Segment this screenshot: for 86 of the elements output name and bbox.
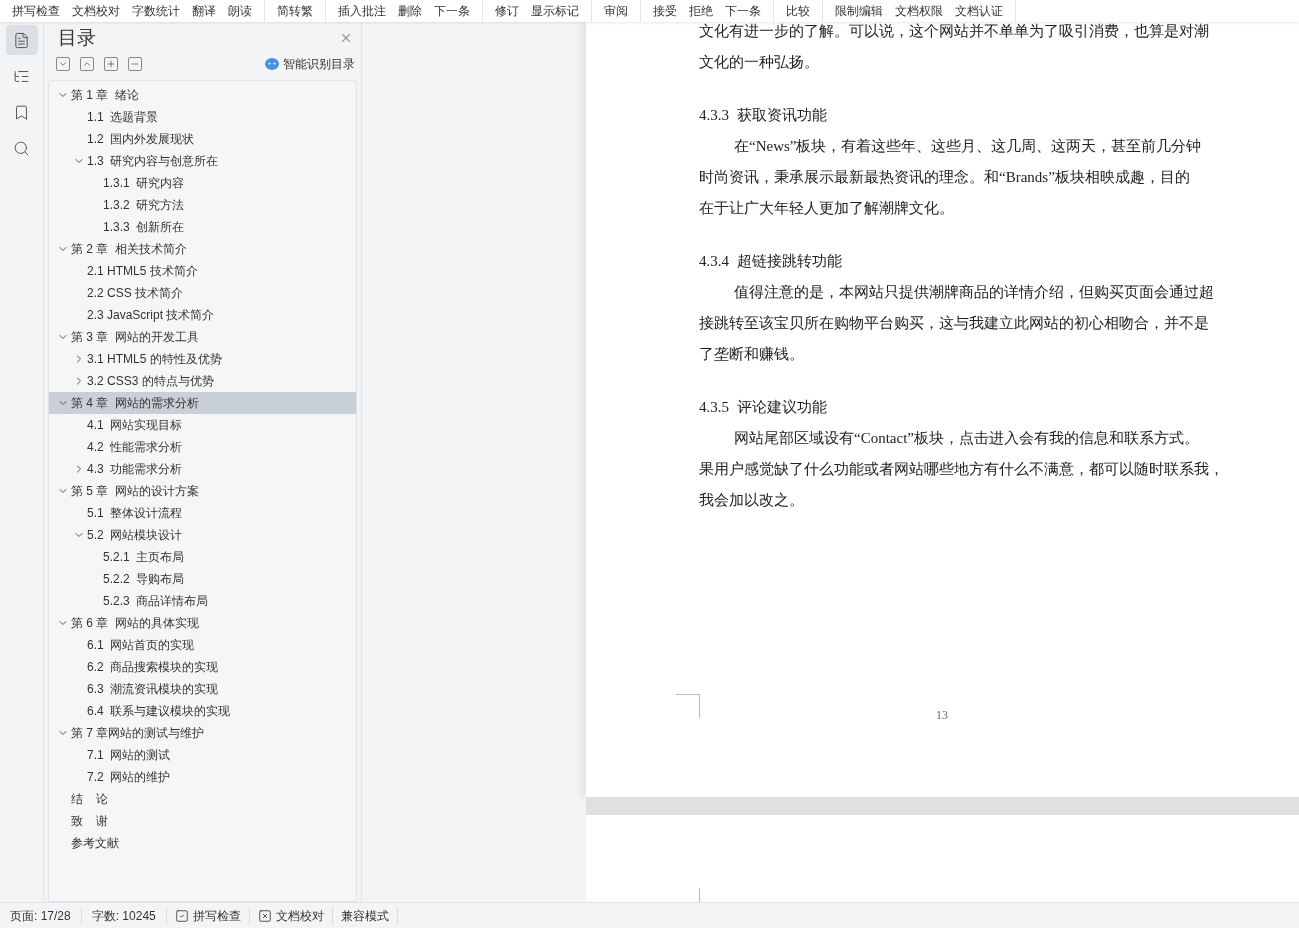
toc-item[interactable]: 1.3.3 创新所在: [49, 216, 356, 238]
toolbar-button[interactable]: 显示标记: [531, 2, 579, 20]
paragraph-line: 在于让广大年轻人更加了解潮牌文化。: [699, 199, 955, 218]
toolbar-button[interactable]: 审阅: [604, 2, 628, 20]
toc-item[interactable]: 1.1 选题背景: [49, 106, 356, 128]
expand-all-icon[interactable]: [80, 57, 94, 71]
toc-item[interactable]: 5.1 整体设计流程: [49, 502, 356, 524]
status-button[interactable]: 兼容模式: [332, 906, 398, 925]
toc-item[interactable]: 3.1 HTML5 的特性及优势: [49, 348, 356, 370]
toc-item[interactable]: 第 4 章 网站的需求分析: [49, 392, 356, 414]
section-heading: 4.3.4 超链接跳转功能: [699, 252, 843, 271]
toolbar-button[interactable]: 插入批注: [338, 2, 386, 20]
toc-item[interactable]: 5.2 网站模块设计: [49, 524, 356, 546]
toc-item[interactable]: 7.1 网站的测试: [49, 744, 356, 766]
close-icon[interactable]: [339, 31, 353, 45]
toc-item[interactable]: 7.2 网站的维护: [49, 766, 356, 788]
toolbar-button[interactable]: 文档校对: [72, 2, 120, 20]
section-heading: 4.3.5 评论建议功能: [699, 398, 828, 417]
toolbar-button[interactable]: 文档认证: [955, 2, 1003, 20]
toc-item[interactable]: 2.1 HTML5 技术简介: [49, 260, 356, 282]
remove-icon[interactable]: [128, 57, 142, 71]
toc-item[interactable]: 第 3 章 网站的开发工具: [49, 326, 356, 348]
paragraph-line: 时尚资讯，秉承展示最新最热资讯的理念。和“Brands”板块相映成趣，目的: [699, 168, 1191, 187]
margin-corner-mark: [676, 694, 700, 718]
section-heading: 4.3.3 获取资讯功能: [699, 106, 828, 125]
toc-item[interactable]: 第 6 章 网站的具体实现: [49, 612, 356, 634]
toc-item[interactable]: 6.2 商品搜索模块的实现: [49, 656, 356, 678]
toc-item[interactable]: 6.1 网站首页的实现: [49, 634, 356, 656]
add-icon[interactable]: [104, 57, 118, 71]
paragraph-line: 网站尾部区域设有“Contact”板块，点击进入会有我的信息和联系方式。: [733, 429, 1200, 448]
toc-item[interactable]: 1.2 国内外发展现状: [49, 128, 356, 150]
paragraph-line: 接跳转至该宝贝所在购物平台购买，这与我建立此网站的初心相吻合，并不是: [699, 314, 1210, 333]
toc-item[interactable]: 4.2 性能需求分析: [49, 436, 356, 458]
toc-item[interactable]: 2.2 CSS 技术简介: [49, 282, 356, 304]
toc-item[interactable]: 第 7 章网站的测试与维护: [49, 722, 356, 744]
toc-item[interactable]: 1.3.1 研究内容: [49, 172, 356, 194]
toolbar-button[interactable]: 比较: [786, 2, 810, 20]
robot-icon: [265, 58, 279, 70]
paragraph-line: 在“News”板块，有着这些年、这些月、这几周、这两天，甚至前几分钟: [733, 137, 1203, 156]
toc-item[interactable]: 3.2 CSS3 的特点与优势: [49, 370, 356, 392]
paragraph-line: 了垄断和赚钱。: [699, 345, 805, 364]
smart-toc-button[interactable]: 智能识别目录: [265, 55, 355, 73]
toolbar-button[interactable]: 修订: [495, 2, 519, 20]
panel-title: 目录: [58, 25, 96, 50]
toolbar-button[interactable]: 接受: [653, 2, 677, 20]
toc-item[interactable]: 1.3 研究内容与创意所在: [49, 150, 356, 172]
toolbar-button[interactable]: 朗读: [228, 2, 252, 20]
toc-item[interactable]: 6.3 潮流资讯模块的实现: [49, 678, 356, 700]
toolbar-button[interactable]: 拒绝: [689, 2, 713, 20]
cross-box-icon: [257, 908, 272, 923]
paragraph-line: 文化有进一步的了解。可以说，这个网站并不单单为了吸引消费，也算是对潮: [699, 22, 1210, 41]
toc-item[interactable]: 6.4 联系与建议模块的实现: [49, 700, 356, 722]
toc-item[interactable]: 5.2.1 主页布局: [49, 546, 356, 568]
toc-item[interactable]: 参考文献: [49, 832, 356, 854]
page-number: 13: [936, 707, 948, 724]
toc-item[interactable]: 第 2 章 相关技术简介: [49, 238, 356, 260]
paragraph-line: 文化的一种弘扬。: [699, 53, 820, 72]
toolbar-button[interactable]: 翻译: [192, 2, 216, 20]
word-count[interactable]: 字数: 10245: [81, 906, 167, 925]
toolbar-button[interactable]: 下一条: [434, 2, 470, 20]
document-list-icon[interactable]: [5, 25, 38, 55]
toc-item[interactable]: 第 1 章 绪论: [49, 84, 356, 106]
toolbar-button[interactable]: 删除: [398, 2, 422, 20]
toolbar-button[interactable]: 下一条: [725, 2, 761, 20]
collapse-all-icon[interactable]: [56, 57, 70, 71]
toc-item[interactable]: 致 谢: [49, 810, 356, 832]
toc-item[interactable]: 结 论: [49, 788, 356, 810]
toc-item[interactable]: 5.2.3 商品详情布局: [49, 590, 356, 612]
toolbar-button[interactable]: 限制编辑: [835, 2, 883, 20]
toc-item[interactable]: 5.2.2 导购布局: [49, 568, 356, 590]
toc-item[interactable]: 4.1 网站实现目标: [49, 414, 356, 436]
toc-item[interactable]: 第 5 章 网站的设计方案: [49, 480, 356, 502]
paragraph-line: 我会加以改之。: [699, 491, 805, 510]
page-indicator[interactable]: 页面: 17/28: [0, 906, 82, 925]
toc-item[interactable]: 4.3 功能需求分析: [49, 458, 356, 480]
toolbar-button[interactable]: 文档权限: [895, 2, 943, 20]
paragraph-line: 值得注意的是，本网站只提供潮牌商品的详情介绍，但购买页面会通过超: [733, 283, 1215, 302]
checkbox-icon: [174, 908, 189, 923]
toc-item[interactable]: 2.3 JavaScript 技术简介: [49, 304, 356, 326]
status-button[interactable]: 文档校对: [249, 906, 333, 925]
paragraph-line: 果用户感觉缺了什么功能或者网站哪些地方有什么不满意，都可以随时联系我，: [699, 460, 1225, 479]
toolbar-button[interactable]: 拼写检查: [12, 2, 60, 20]
toolbar-button[interactable]: 简转繁: [277, 2, 313, 20]
toolbar-button[interactable]: 字数统计: [132, 2, 180, 20]
toc-item[interactable]: 1.3.2 研究方法: [49, 194, 356, 216]
status-button[interactable]: 拼写检查: [166, 906, 250, 925]
